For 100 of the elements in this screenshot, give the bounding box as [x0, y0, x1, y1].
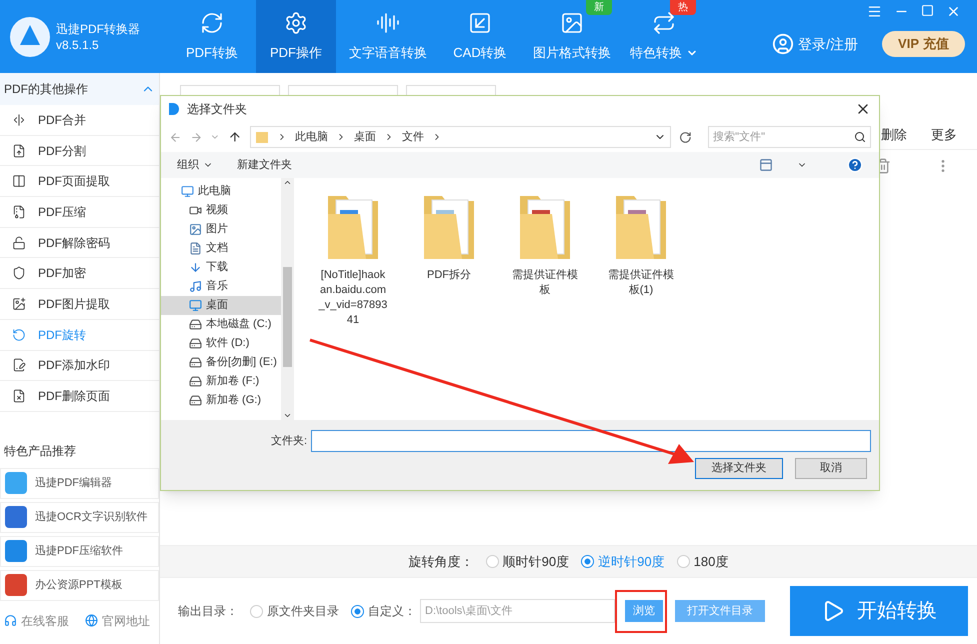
tree-item[interactable]: 文档	[161, 239, 281, 258]
sidebar-item[interactable]: PDF压缩	[0, 197, 159, 228]
sidebar-item[interactable]: PDF添加水印	[0, 350, 159, 382]
app-title: 迅捷PDF转换器	[56, 20, 140, 36]
radio-button[interactable]	[351, 604, 364, 618]
tree-item[interactable]: 视频	[161, 201, 281, 220]
desktop-icon	[189, 299, 202, 312]
new-folder-button[interactable]: 新建文件夹	[237, 156, 292, 174]
up-icon[interactable]	[228, 130, 242, 144]
sidebar-item[interactable]: PDF图片提取	[0, 289, 159, 320]
app-icon	[5, 506, 27, 528]
file-archive-icon	[12, 204, 26, 219]
tab-badge: 新	[586, 0, 612, 15]
rotation-label: 旋转角度：	[408, 552, 474, 571]
radio-label: 180度	[694, 552, 728, 571]
back-icon[interactable]	[169, 130, 182, 144]
product-item[interactable]: 迅捷OCR文字识别软件	[0, 502, 159, 533]
sidebar-item[interactable]: PDF删除页面	[0, 381, 159, 412]
radio-button[interactable]	[486, 555, 499, 568]
breadcrumb-item[interactable]: 文件	[402, 128, 424, 146]
folder-item[interactable]: PDF拆分	[414, 190, 484, 283]
radio-label: 逆时针90度	[598, 552, 665, 571]
product-item[interactable]: 迅捷PDF压缩软件	[0, 536, 159, 567]
column-header: 更多	[931, 126, 957, 144]
vip-button[interactable]: VIP 充值	[882, 31, 965, 57]
folder-name: 需提供证件模板(1)	[607, 268, 675, 298]
sidebar-item[interactable]: PDF分割	[0, 136, 159, 166]
footer-link[interactable]: 官网地址	[85, 612, 150, 630]
folder-label: 文件夹:	[271, 434, 308, 449]
tree-item[interactable]: 此电脑	[161, 182, 281, 201]
section-title: 特色产品推荐	[3, 442, 77, 460]
organize-button[interactable]: 组织	[177, 156, 213, 174]
tree-item[interactable]: 新加卷 (F:)	[161, 372, 281, 391]
folder-item[interactable]: 需提供证件模板	[510, 190, 580, 298]
scrollbar[interactable]	[281, 178, 294, 420]
drive-icon	[189, 318, 202, 331]
select-folder-button[interactable]: 选择文件夹	[695, 458, 783, 479]
shield-icon	[12, 266, 26, 280]
download-icon	[189, 261, 202, 274]
search-icon	[854, 131, 866, 143]
merge-icon	[12, 112, 26, 127]
tree-item[interactable]: 图片	[161, 220, 281, 239]
repeat-icon	[652, 10, 676, 35]
product-item[interactable]: 办公资源PPT模板	[0, 570, 159, 601]
radio-button[interactable]	[250, 604, 263, 618]
refresh-icon[interactable]	[679, 130, 692, 144]
folder-item[interactable]: [NoTitle]haokan.baidu.com_v_vid=8789341	[318, 190, 388, 328]
tree-item[interactable]: 新加卷 (G:)	[161, 391, 281, 410]
product-item[interactable]: 迅捷PDF编辑器	[0, 468, 159, 499]
tree-item[interactable]: 音乐	[161, 277, 281, 296]
folder-icon	[254, 130, 269, 144]
app-icon	[169, 103, 179, 115]
app-icon	[5, 540, 27, 562]
scroll-up-icon[interactable]	[283, 178, 292, 187]
drive-icon	[189, 394, 202, 407]
folder-input[interactable]	[311, 430, 871, 452]
nav-tab[interactable]: PDF操作	[256, 0, 336, 73]
help-icon[interactable]	[847, 157, 863, 173]
tab-badge: 热	[670, 0, 696, 15]
menu-icon[interactable]	[867, 4, 882, 19]
file-delete-icon	[12, 389, 26, 404]
tree-item[interactable]: 备份[勿删] (E:)	[161, 353, 281, 372]
folder-name: 需提供证件模板	[511, 268, 579, 298]
folder-item[interactable]: 需提供证件模板(1)	[606, 190, 676, 298]
app-icon	[5, 472, 27, 494]
radio-label: 顺时针90度	[502, 552, 570, 571]
sidebar-item[interactable]: PDF加密	[0, 258, 159, 290]
tree-item[interactable]: 桌面	[161, 296, 281, 315]
tree-item[interactable]: 本地磁盘 (C:)	[161, 315, 281, 334]
drive-icon	[189, 356, 202, 369]
footer-link[interactable]: 在线客服	[4, 612, 69, 630]
tree-item[interactable]: 软件 (D:)	[161, 334, 281, 353]
computer-icon	[181, 185, 194, 198]
globe-icon	[85, 614, 98, 628]
app-icon	[5, 574, 27, 596]
headset-icon	[4, 614, 17, 628]
column-header: 删除	[881, 126, 907, 144]
section-header[interactable]: PDF的其他操作	[0, 73, 159, 105]
output-label: 输出目录：	[178, 603, 238, 620]
user-icon	[772, 33, 794, 55]
radio-button[interactable]	[581, 555, 594, 568]
drive-icon	[189, 337, 202, 350]
view-icon[interactable]	[759, 158, 773, 172]
radio-button[interactable]	[676, 555, 690, 568]
sidebar-item[interactable]: PDF合并	[0, 105, 159, 136]
convert-icon	[200, 10, 224, 35]
scroll-down-icon[interactable]	[283, 411, 292, 420]
tree-item[interactable]: 下载	[161, 258, 281, 277]
address-bar[interactable]: 此电脑 桌面 文件	[250, 126, 672, 148]
video-icon	[189, 204, 202, 217]
forward-icon[interactable]	[190, 130, 202, 144]
maximize-icon[interactable]	[921, 4, 934, 17]
breadcrumb-item[interactable]: 此电脑	[294, 128, 328, 146]
cancel-button[interactable]: 取消	[795, 458, 867, 479]
breadcrumb-item[interactable]: 桌面	[354, 128, 376, 146]
nav-tab[interactable]: 热 特色转换	[624, 0, 704, 73]
sidebar-item[interactable]: PDF页面提取	[0, 166, 159, 198]
sidebar-item[interactable]: PDF解除密码	[0, 228, 159, 258]
image-icon	[189, 223, 202, 236]
image-icon	[560, 10, 584, 35]
